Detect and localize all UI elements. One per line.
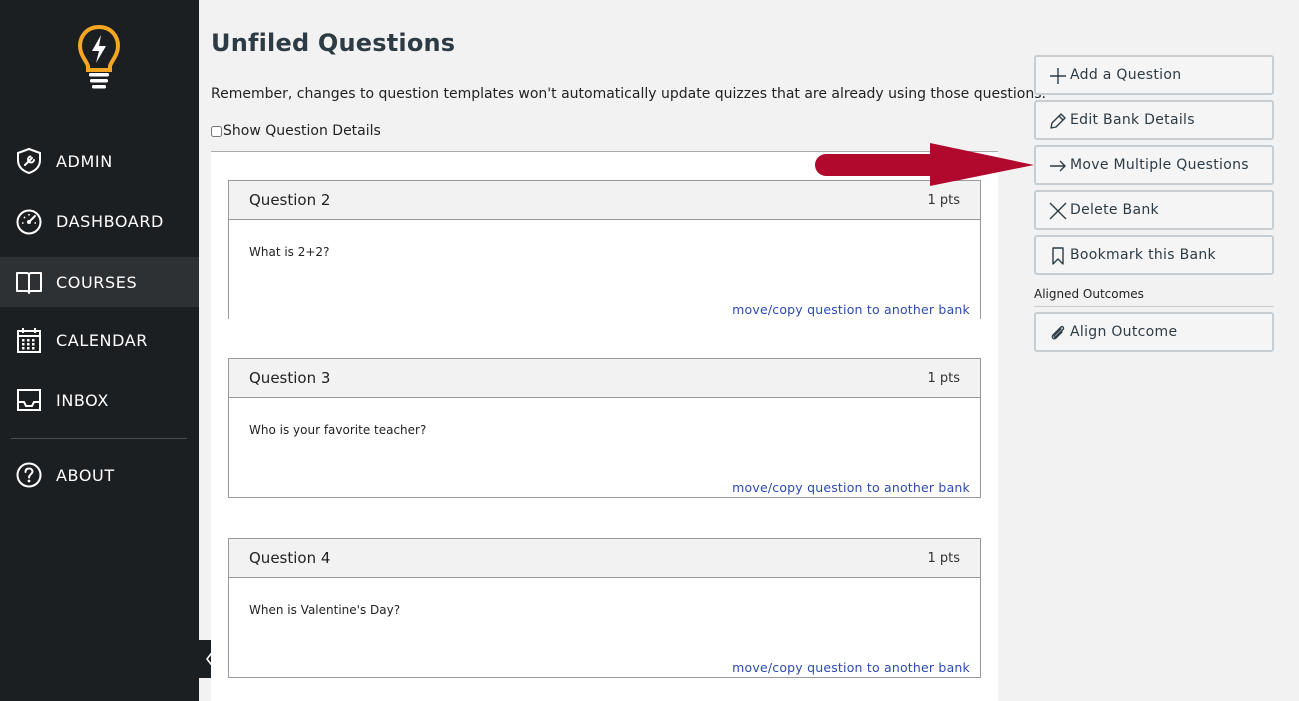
question-body: Who is your favorite teacher? move/copy …: [229, 398, 980, 497]
calendar-icon: [17, 328, 41, 353]
bookmark-icon: [1052, 247, 1064, 265]
admin-shield-icon: [17, 147, 41, 175]
question-name: Question 4: [249, 549, 331, 567]
question-points: 1 pts: [927, 550, 960, 566]
move-multiple-questions-label: Move Multiple Questions: [1070, 157, 1249, 173]
paperclip-icon: [1051, 325, 1065, 340]
nav-label-dashboard: DASHBOARD: [56, 211, 164, 231]
global-nav-sidebar: ADMIN DASHBOARD COURSES CALENDAR INBOX A…: [0, 0, 199, 701]
nav-item-courses[interactable]: COURSES: [0, 257, 199, 307]
template-notice: Remember, changes to question templates …: [211, 86, 1046, 102]
move-multiple-questions-button[interactable]: Move Multiple Questions: [1034, 145, 1274, 185]
question-body: What is 2+2? move/copy question to anoth…: [229, 220, 980, 319]
nav-item-inbox[interactable]: INBOX: [0, 375, 199, 425]
question-text: When is Valentine's Day?: [249, 603, 401, 617]
edit-bank-details-label: Edit Bank Details: [1070, 112, 1195, 128]
nav-label-courses: COURSES: [56, 272, 138, 292]
aligned-outcomes-heading: Aligned Outcomes: [1034, 287, 1144, 301]
dashboard-gauge-icon: [16, 209, 42, 235]
question-list: Question 2 1 pts What is 2+2? move/copy …: [211, 151, 998, 701]
nav-item-calendar[interactable]: CALENDAR: [0, 315, 199, 365]
book-icon: [16, 272, 42, 294]
question-card: Question 4 1 pts When is Valentine's Day…: [228, 538, 981, 678]
move-copy-question-link[interactable]: move/copy question to another bank: [732, 480, 970, 495]
question-name: Question 3: [249, 369, 331, 387]
nav-item-admin[interactable]: ADMIN: [0, 136, 199, 186]
nav-item-dashboard[interactable]: DASHBOARD: [0, 196, 199, 246]
question-name: Question 2: [249, 191, 331, 209]
pencil-icon: [1050, 113, 1066, 129]
delete-bank-button[interactable]: Delete Bank: [1034, 190, 1274, 230]
nav-divider: [11, 438, 187, 439]
move-copy-question-link[interactable]: move/copy question to another bank: [732, 660, 970, 675]
bookmark-bank-label: Bookmark this Bank: [1070, 247, 1216, 263]
move-copy-question-link[interactable]: move/copy question to another bank: [732, 302, 970, 317]
show-question-details-toggle[interactable]: Show Question Details: [211, 123, 381, 139]
nav-label-inbox: INBOX: [56, 390, 109, 410]
nav-label-calendar: CALENDAR: [56, 330, 149, 350]
lightbulb-logo-icon[interactable]: [76, 24, 122, 92]
help-circle-icon: [16, 462, 42, 488]
delete-bank-label: Delete Bank: [1070, 202, 1159, 218]
question-points: 1 pts: [927, 192, 960, 208]
aligned-outcomes-divider: [1034, 306, 1274, 307]
align-outcome-label: Align Outcome: [1070, 324, 1178, 340]
question-text: Who is your favorite teacher?: [249, 423, 427, 437]
question-header: Question 3 1 pts: [229, 359, 980, 398]
x-delete-icon: [1049, 202, 1067, 220]
add-question-label: Add a Question: [1070, 67, 1182, 83]
question-card: Question 2 1 pts What is 2+2? move/copy …: [228, 180, 981, 319]
add-question-button[interactable]: Add a Question: [1034, 55, 1274, 95]
arrow-right-icon: [1050, 160, 1066, 172]
page-title: Unfiled Questions: [211, 29, 456, 57]
question-header: Question 4 1 pts: [229, 539, 980, 578]
edit-bank-details-button[interactable]: Edit Bank Details: [1034, 100, 1274, 140]
question-card: Question 3 1 pts Who is your favorite te…: [228, 358, 981, 498]
nav-item-about[interactable]: ABOUT: [0, 450, 199, 500]
inbox-icon: [17, 389, 41, 411]
show-details-label: Show Question Details: [223, 123, 381, 139]
question-points: 1 pts: [927, 370, 960, 386]
align-outcome-button[interactable]: Align Outcome: [1034, 312, 1274, 352]
question-text: What is 2+2?: [249, 245, 330, 259]
question-body: When is Valentine's Day? move/copy quest…: [229, 578, 980, 677]
bookmark-bank-button[interactable]: Bookmark this Bank: [1034, 235, 1274, 275]
nav-label-admin: ADMIN: [56, 151, 113, 171]
annotation-arrow-icon: [815, 143, 1034, 186]
plus-icon: [1050, 68, 1066, 84]
nav-label-about: ABOUT: [56, 465, 115, 485]
show-details-checkbox[interactable]: [211, 125, 222, 137]
